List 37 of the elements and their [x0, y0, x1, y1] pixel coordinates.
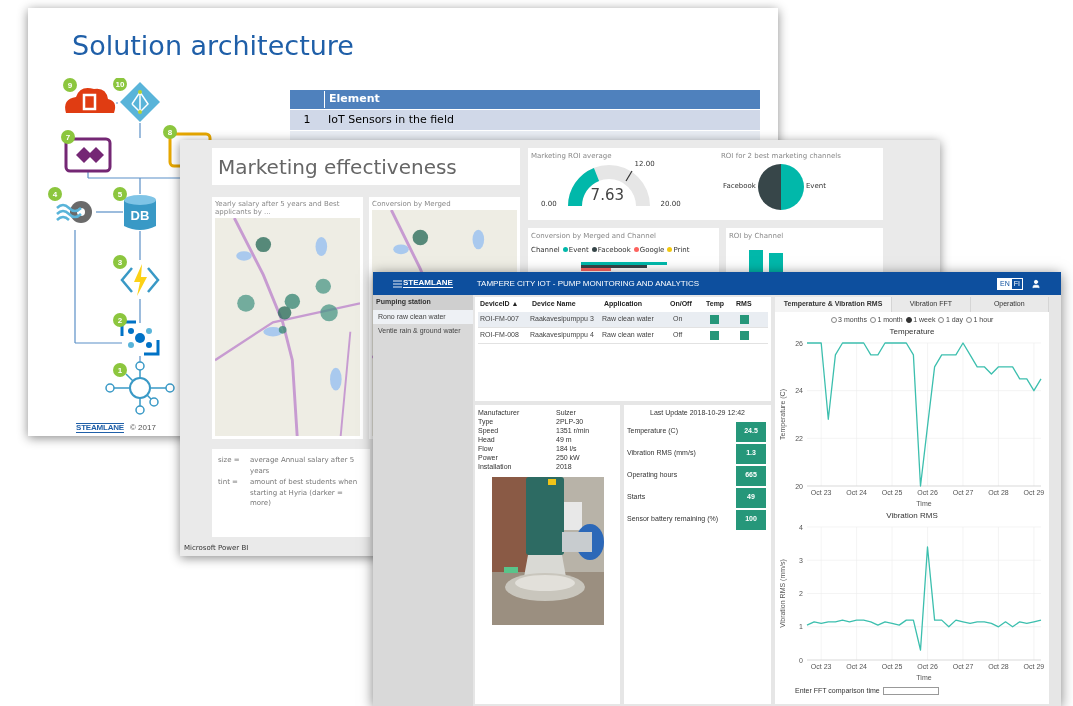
- pie-chart-drawing: [757, 163, 804, 210]
- table-cell-text: IoT Sensors in the field: [327, 111, 455, 128]
- gauge-target-mark: [625, 169, 633, 182]
- chart-title: Temperature: [889, 325, 935, 338]
- logo-lines-icon: [393, 279, 402, 288]
- slide-title: Solution architecture: [72, 32, 354, 59]
- sensor-network-icon: [105, 361, 175, 415]
- hub-icon: [120, 320, 160, 356]
- step-badge: 9: [63, 78, 77, 92]
- step-badge: 5: [113, 187, 127, 201]
- column-header: Element: [324, 91, 384, 108]
- dashboard-title: Marketing effectiveness: [218, 153, 457, 181]
- step-badge: 2: [113, 313, 127, 327]
- diamond-app-icon: [64, 137, 112, 173]
- fft-time-field[interactable]: [882, 686, 939, 695]
- connector-line: [95, 211, 124, 213]
- step-badge: 7: [61, 130, 75, 144]
- connector-line: [115, 102, 119, 104]
- step-badge: 3: [113, 255, 127, 269]
- step-badge: 4: [48, 187, 62, 201]
- lightning-code-icon: [120, 264, 160, 296]
- user-icon[interactable]: [1031, 278, 1041, 289]
- steamlane-logo: STEAMLANE: [403, 279, 453, 288]
- connector-line: [139, 230, 141, 261]
- connector-line: [139, 122, 141, 139]
- copyright-text: © 2017: [130, 422, 156, 434]
- step-badge: 8: [163, 125, 177, 139]
- step-badge: 1: [113, 363, 127, 377]
- step-badge: 10: [113, 78, 127, 91]
- gauge-value: 7.63: [590, 187, 624, 203]
- row-number: 1: [302, 111, 312, 128]
- connector-line: [139, 298, 141, 324]
- steamlane-logo: STEAMLANE: [76, 423, 124, 433]
- chart-title: Vibration RMS: [886, 509, 938, 522]
- app-title: TAMPERE CITY IOT - PUMP MONITORING AND ANALYTICS: [476, 277, 700, 290]
- gear-icon: [55, 201, 92, 223]
- cloud-icon: [65, 88, 116, 113]
